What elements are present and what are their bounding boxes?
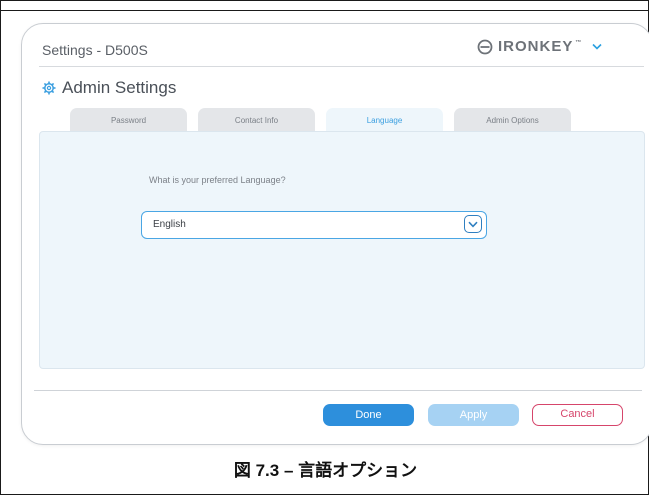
document-frame: Settings - D500S IRONKEY ™ Admin Setting… <box>0 0 649 495</box>
ironkey-logo-icon <box>477 39 493 54</box>
chevron-down-icon <box>468 221 478 228</box>
language-selected-value: English <box>153 219 186 230</box>
tab-password[interactable]: Password <box>70 108 187 132</box>
chevron-down-icon[interactable] <box>592 43 602 50</box>
title-divider <box>39 66 644 67</box>
language-question: What is your preferred Language? <box>149 175 286 185</box>
figure-caption: 図 7.3 – 言語オプション <box>233 461 418 480</box>
footer-divider <box>34 390 642 391</box>
page-heading-label: Admin Settings <box>62 78 177 97</box>
language-select[interactable]: English <box>141 211 487 239</box>
tab-language[interactable]: Language <box>326 108 443 132</box>
brand-trademark: ™ <box>575 39 582 46</box>
cancel-button[interactable]: Cancel <box>532 404 623 426</box>
language-dropdown-button[interactable] <box>464 215 482 233</box>
tab-admin-options[interactable]: Admin Options <box>454 108 571 132</box>
settings-tabs: Password Contact Info Language Admin Opt… <box>70 108 571 132</box>
tab-contact-info[interactable]: Contact Info <box>198 108 315 132</box>
language-panel: What is your preferred Language? English <box>39 131 645 369</box>
top-rule <box>1 1 649 11</box>
apply-button[interactable]: Apply <box>428 404 519 426</box>
brand-name: IRONKEY <box>498 38 574 55</box>
window-title: Settings - D500S <box>42 42 148 58</box>
settings-window: Settings - D500S IRONKEY ™ Admin Setting… <box>21 23 649 445</box>
done-button[interactable]: Done <box>323 404 414 426</box>
gear-icon <box>42 81 56 95</box>
brand-logo[interactable]: IRONKEY ™ <box>477 38 602 55</box>
page-title: Admin Settings <box>42 78 176 98</box>
